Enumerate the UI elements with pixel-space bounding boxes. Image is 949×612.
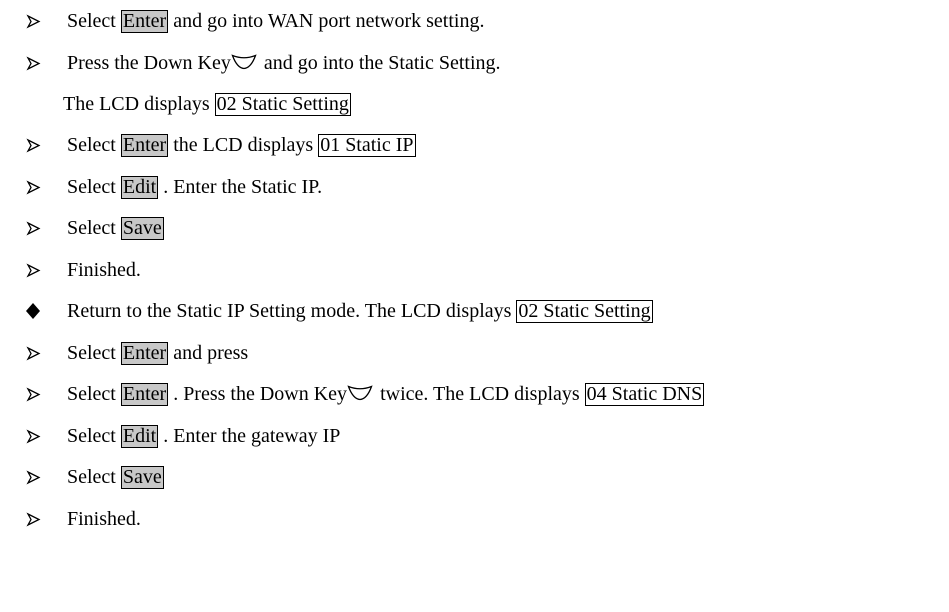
- lcd-display-label: 01 Static IP: [318, 134, 416, 157]
- step-text: The LCD displays 02 Static Setting: [63, 93, 351, 116]
- arrow-bullet-icon: [25, 173, 41, 201]
- enter-key-label: Enter: [120, 10, 169, 33]
- arrow-bullet-icon: [25, 463, 41, 491]
- step-text: Finished.: [67, 259, 141, 281]
- enter-key-label: Enter: [120, 342, 169, 365]
- document-page: Select Enter and go into WAN port networ…: [0, 0, 949, 612]
- step-text: Select Edit . Enter the Static IP.: [67, 176, 323, 199]
- down-key-icon: [231, 54, 257, 70]
- step-text: Select Save: [67, 466, 164, 489]
- step-text: Select Save: [67, 217, 164, 240]
- step-text: Select Enter and press: [67, 342, 249, 365]
- enter-key-label: Enter: [120, 134, 169, 157]
- arrow-bullet-icon: [25, 7, 41, 35]
- step-text: Finished.: [67, 508, 141, 530]
- step-text: Select Enter and go into WAN port networ…: [67, 10, 485, 33]
- edit-key-label: Edit: [120, 425, 159, 448]
- arrow-bullet-icon: [25, 256, 41, 284]
- arrow-bullet-icon: [25, 131, 41, 159]
- arrow-bullet-icon: [25, 422, 41, 450]
- lcd-display-label: 02 Static Setting: [516, 300, 653, 323]
- step-text: Return to the Static IP Setting mode. Th…: [67, 300, 653, 323]
- lcd-display-label: 04 Static DNS: [584, 383, 705, 406]
- down-key-icon: [347, 385, 373, 401]
- step-text: Select Enter the LCD displays 01 Static …: [67, 134, 416, 157]
- arrow-bullet-icon: [25, 339, 41, 367]
- step-text: Select Edit . Enter the gateway IP: [67, 425, 341, 448]
- arrow-bullet-icon: [25, 49, 41, 77]
- arrow-bullet-icon: [25, 214, 41, 242]
- lcd-display-label: 02 Static Setting: [214, 93, 351, 116]
- arrow-bullet-icon: [25, 380, 41, 408]
- enter-key-label: Enter: [120, 383, 169, 406]
- diamond-bullet-icon: [25, 297, 41, 325]
- edit-key-label: Edit: [120, 176, 159, 199]
- arrow-bullet-icon: [25, 505, 41, 533]
- save-key-label: Save: [120, 466, 164, 489]
- step-text: Press the Down Key and go into the Stati…: [67, 52, 501, 74]
- step-text: Select Enter . Press the Down Key twice.…: [67, 383, 705, 406]
- save-key-label: Save: [120, 217, 164, 240]
